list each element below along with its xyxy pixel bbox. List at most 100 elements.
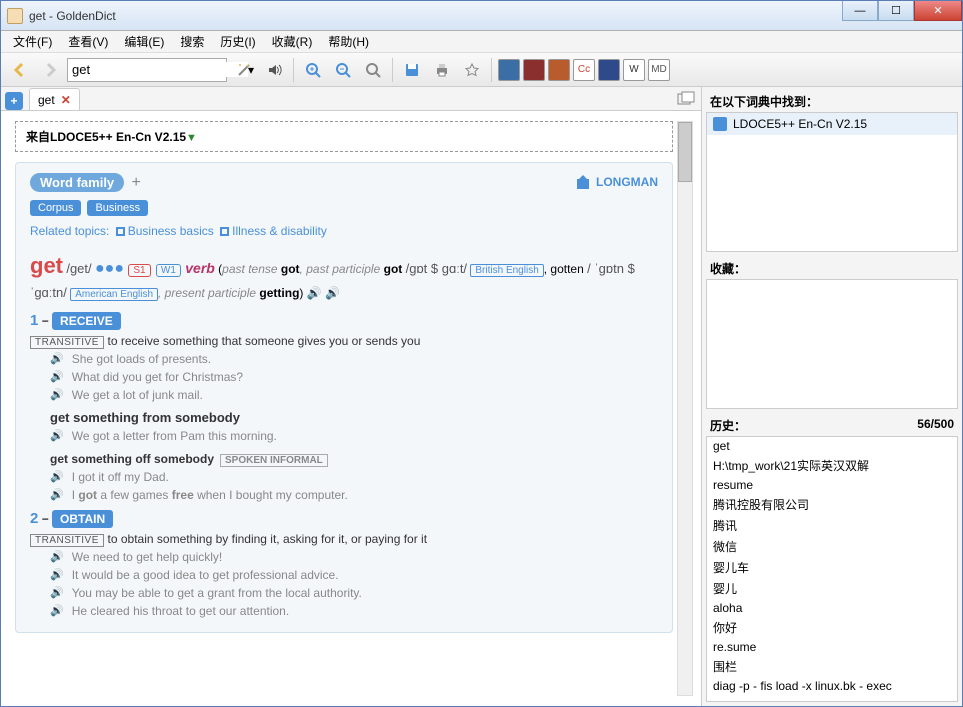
pattern: get something from somebody [50, 410, 658, 425]
tab-label: get [38, 93, 55, 107]
sense-1: 1 − RECEIVE TRANSITIVE to receive someth… [30, 312, 658, 502]
dict-toggle[interactable]: Cc [573, 59, 595, 81]
dict-toggle[interactable]: MD [648, 59, 670, 81]
history-item[interactable]: diag -p - fis load -x linux.bk - exec [707, 677, 957, 695]
zoom-reset-button[interactable] [360, 57, 386, 83]
signpost: RECEIVE [52, 312, 121, 330]
toolbar: ▾ Cc WMD [1, 53, 962, 87]
minimize-button[interactable]: — [842, 1, 878, 21]
speaker-icon[interactable]: 🔊 [307, 286, 322, 300]
dict-toggle[interactable] [498, 59, 520, 81]
scrollbar[interactable] [677, 121, 693, 696]
zoom-in-button[interactable] [300, 57, 326, 83]
expand-icon[interactable]: + [132, 174, 141, 191]
speaker-icon[interactable]: 🔊 [50, 388, 64, 401]
history-item[interactable]: 围栏 [707, 656, 957, 677]
history-item[interactable]: 腾讯控股有限公司 [707, 494, 957, 515]
speaker-icon[interactable]: 🔊 [50, 586, 64, 599]
menu-history[interactable]: 历史(I) [212, 31, 263, 52]
found-in-header: 在以下词典中找到： [706, 91, 958, 112]
history-item[interactable]: 婴儿车 [707, 557, 957, 578]
scroll-thumb[interactable] [678, 122, 692, 182]
speaker-icon[interactable]: 🔊 [50, 604, 64, 617]
article-pane[interactable]: 来自LDOCE5++ En-Cn V2.15▼ Word family + LO… [1, 111, 701, 706]
speaker-icon[interactable]: 🔊 [50, 488, 64, 501]
maximize-button[interactable]: ☐ [878, 1, 914, 21]
menu-favorites[interactable]: 收藏(R) [264, 31, 321, 52]
topic-link[interactable]: Illness & disability [232, 224, 327, 238]
forward-button[interactable] [37, 57, 63, 83]
dict-toggle[interactable] [523, 59, 545, 81]
favorites-list[interactable] [706, 279, 958, 409]
dict-toggle[interactable] [598, 59, 620, 81]
speaker-icon[interactable]: 🔊 [325, 286, 340, 300]
zoom-out-button[interactable] [330, 57, 356, 83]
menu-help[interactable]: 帮助(H) [320, 31, 377, 52]
history-item[interactable]: H:\tmp_work\21实际英汉双解 [707, 455, 957, 476]
dictionary-entry: Word family + LONGMAN Corpus Business Re… [15, 162, 673, 633]
history-item[interactable]: get [707, 437, 957, 455]
dict-toggle[interactable]: W [623, 59, 645, 81]
sound-button[interactable] [261, 57, 287, 83]
speaker-icon[interactable]: 🔊 [50, 568, 64, 581]
dict-bar: Cc WMD [498, 59, 670, 81]
favorite-button[interactable] [459, 57, 485, 83]
dict-item[interactable]: LDOCE5++ En-Cn V2.15 [707, 113, 957, 135]
tab-get[interactable]: get ✕ [29, 88, 80, 110]
menu-search[interactable]: 搜索 [172, 31, 212, 52]
tab-bar: + get ✕ [1, 87, 701, 111]
source-header: 来自LDOCE5++ En-Cn V2.15▼ [15, 121, 673, 152]
dict-toggle[interactable] [548, 59, 570, 81]
menu-view[interactable]: 查看(V) [60, 31, 116, 52]
history-item[interactable]: 你好 [707, 617, 957, 638]
window-title: get - GoldenDict [29, 9, 116, 23]
sense-2: 2 − OBTAIN TRANSITIVE to obtain somethin… [30, 510, 658, 618]
history-list[interactable]: getH:\tmp_work\21实际英汉双解resume腾讯控股有限公司腾讯微… [706, 436, 958, 702]
app-icon [7, 8, 23, 24]
history-item[interactable]: 腾讯 [707, 515, 957, 536]
print-button[interactable] [429, 57, 455, 83]
sidebar: 在以下词典中找到： LDOCE5++ En-Cn V2.15 收藏： 历史： 5… [702, 87, 962, 706]
menu-bar: 文件(F) 查看(V) 编辑(E) 搜索 历史(I) 收藏(R) 帮助(H) [1, 31, 962, 53]
history-item[interactable]: resume [707, 476, 957, 494]
longman-brand: LONGMAN [574, 173, 658, 191]
freq-w1: W1 [156, 264, 181, 277]
close-button[interactable]: ✕ [914, 1, 962, 21]
register-label: SPOKEN INFORMAL [220, 454, 328, 467]
search-box[interactable]: ▾ [67, 58, 227, 82]
tab-close-icon[interactable]: ✕ [61, 93, 71, 107]
speaker-icon[interactable]: 🔊 [50, 370, 64, 383]
related-topics: Related topics: Business basics Illness … [30, 224, 658, 238]
part-of-speech: verb [185, 260, 215, 276]
corpus-badge[interactable]: Corpus [30, 200, 81, 216]
back-button[interactable] [7, 57, 33, 83]
history-item[interactable]: 婴儿 [707, 578, 957, 599]
wand-button[interactable] [231, 57, 257, 83]
menu-edit[interactable]: 编辑(E) [116, 31, 172, 52]
history-item[interactable]: re.sume [707, 638, 957, 656]
add-tab-button[interactable]: + [5, 92, 23, 110]
save-button[interactable] [399, 57, 425, 83]
word-family-badge[interactable]: Word family [30, 173, 124, 192]
speaker-icon[interactable]: 🔊 [50, 352, 64, 365]
speaker-icon[interactable]: 🔊 [50, 550, 64, 563]
history-item[interactable]: 微信 [707, 536, 957, 557]
transitivity: TRANSITIVE [30, 336, 104, 349]
business-badge[interactable]: Business [87, 200, 148, 216]
collapse-icon[interactable]: ▼ [186, 132, 197, 144]
dict-list[interactable]: LDOCE5++ En-Cn V2.15 [706, 112, 958, 252]
search-input[interactable] [72, 62, 248, 77]
new-window-icon[interactable] [677, 91, 695, 107]
history-item[interactable]: aloha [707, 599, 957, 617]
menu-file[interactable]: 文件(F) [5, 31, 60, 52]
topic-link[interactable]: Business basics [128, 224, 214, 238]
speaker-icon[interactable]: 🔊 [50, 470, 64, 483]
headword: get [30, 253, 63, 278]
favorites-header: 收藏： [706, 258, 958, 279]
freq-s1: S1 [128, 264, 150, 277]
speaker-icon[interactable]: 🔊 [50, 429, 64, 442]
transitivity: TRANSITIVE [30, 534, 104, 547]
signpost: OBTAIN [52, 510, 113, 528]
headword-line: get /ɡet/ ●●● S1 W1 verb (past tense got… [30, 248, 658, 304]
history-count: 56/500 [917, 417, 954, 434]
